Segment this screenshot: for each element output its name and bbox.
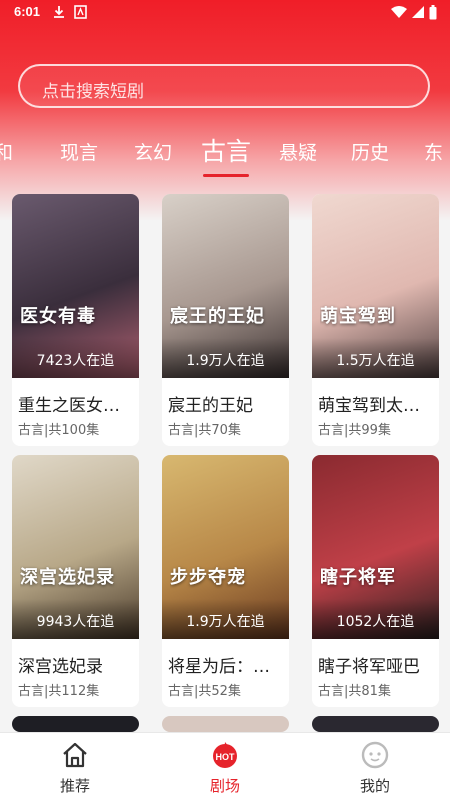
tab-xuanyi[interactable]: 悬疑 [279,138,317,165]
hot-icon: HOT [213,742,237,768]
tab-partial-right[interactable]: 东 [424,138,443,165]
home-icon [63,742,87,768]
drama-title: 宸王的王妃 [168,396,253,416]
cover-title: 步步夺宠 [170,567,246,588]
cover-title: 萌宝驾到 [320,306,396,327]
status-time: 6:01 [14,4,41,19]
tab-guyan[interactable]: 古言 [201,132,251,168]
cover-title: 深宫选妃录 [20,567,115,588]
drama-cover: 萌宝驾到 1.5万人在追 [312,194,439,378]
profile-icon [361,741,389,769]
drama-cover: 宸王的王妃 1.9万人在追 [162,194,289,378]
drama-meta: 古言|共52集 [168,684,241,699]
status-bar: 6:01 [0,0,450,26]
bottom-navigation: 推荐 HOT 剧场 我的 [0,732,450,801]
drama-meta: 古言|共99集 [318,423,391,438]
search-placeholder: 点击搜索短剧 [42,82,144,102]
svg-text:HOT: HOT [216,752,236,762]
tab-lishi[interactable]: 历史 [351,138,389,165]
nav-mine[interactable]: 我的 [300,733,450,801]
nav-theater[interactable]: HOT 剧场 [150,733,300,801]
drama-title: 将星为后：步步夺宠 [168,657,283,677]
drama-title: 萌宝驾到太子爷 [318,396,433,416]
drama-card-partial[interactable] [162,716,289,732]
drama-card[interactable]: 医女有毒 7423人在追 重生之医女有毒 古言|共100集 [12,194,139,446]
wifi-icon [391,6,407,18]
follower-count: 9943人在追 [36,614,115,630]
follower-count: 1052人在追 [336,614,415,630]
drama-card[interactable]: 步步夺宠 1.9万人在追 将星为后：步步夺宠 古言|共52集 [162,455,289,707]
drama-card[interactable]: 深宫选妃录 9943人在追 深宫选妃录 古言|共112集 [12,455,139,707]
download-icon [54,6,64,18]
category-tabs: 和 现言 玄幻 古言 悬疑 历史 东 [0,130,450,180]
tab-xuanhuan[interactable]: 玄幻 [134,138,172,165]
nav-theater-label: 剧场 [209,777,240,795]
drama-cover: 瞎子将军 1052人在追 [312,455,439,639]
drama-meta: 古言|共100集 [18,423,100,438]
nav-recommend-label: 推荐 [59,777,90,795]
active-tab-indicator [203,174,249,177]
drama-cover: 步步夺宠 1.9万人在追 [162,455,289,639]
tab-xianyan[interactable]: 现言 [60,138,98,165]
cover-title: 瞎子将军 [320,567,396,588]
follower-count: 1.9万人在追 [186,614,265,630]
drama-meta: 古言|共70集 [168,423,241,438]
drama-cover: 深宫选妃录 9943人在追 [12,455,139,639]
drama-meta: 古言|共81集 [318,684,391,699]
drama-card-partial[interactable] [312,716,439,732]
drama-cover: 医女有毒 7423人在追 [12,194,139,378]
drama-title: 瞎子将军哑巴 [318,657,420,677]
nav-recommend[interactable]: 推荐 [0,733,150,801]
follower-count: 7423人在追 [36,353,115,369]
signal-icon [412,6,424,18]
follower-count: 1.9万人在追 [186,353,265,369]
drama-card-partial[interactable] [12,716,139,732]
drama-title: 深宫选妃录 [18,657,103,677]
drama-title: 重生之医女有毒 [18,396,133,416]
drama-card[interactable]: 萌宝驾到 1.5万人在追 萌宝驾到太子爷 古言|共99集 [312,194,439,446]
cover-title: 医女有毒 [20,306,96,327]
cover-title: 宸王的王妃 [170,306,265,327]
battery-icon [429,5,437,20]
search-input[interactable]: 点击搜索短剧 [18,64,430,108]
notification-icon [74,5,87,19]
tab-partial-left[interactable]: 和 [0,138,13,165]
drama-card[interactable]: 瞎子将军 1052人在追 瞎子将军哑巴 古言|共81集 [312,455,439,707]
nav-mine-label: 我的 [359,777,390,795]
drama-meta: 古言|共112集 [18,684,100,699]
drama-card[interactable]: 宸王的王妃 1.9万人在追 宸王的王妃 古言|共70集 [162,194,289,446]
follower-count: 1.5万人在追 [336,353,415,369]
